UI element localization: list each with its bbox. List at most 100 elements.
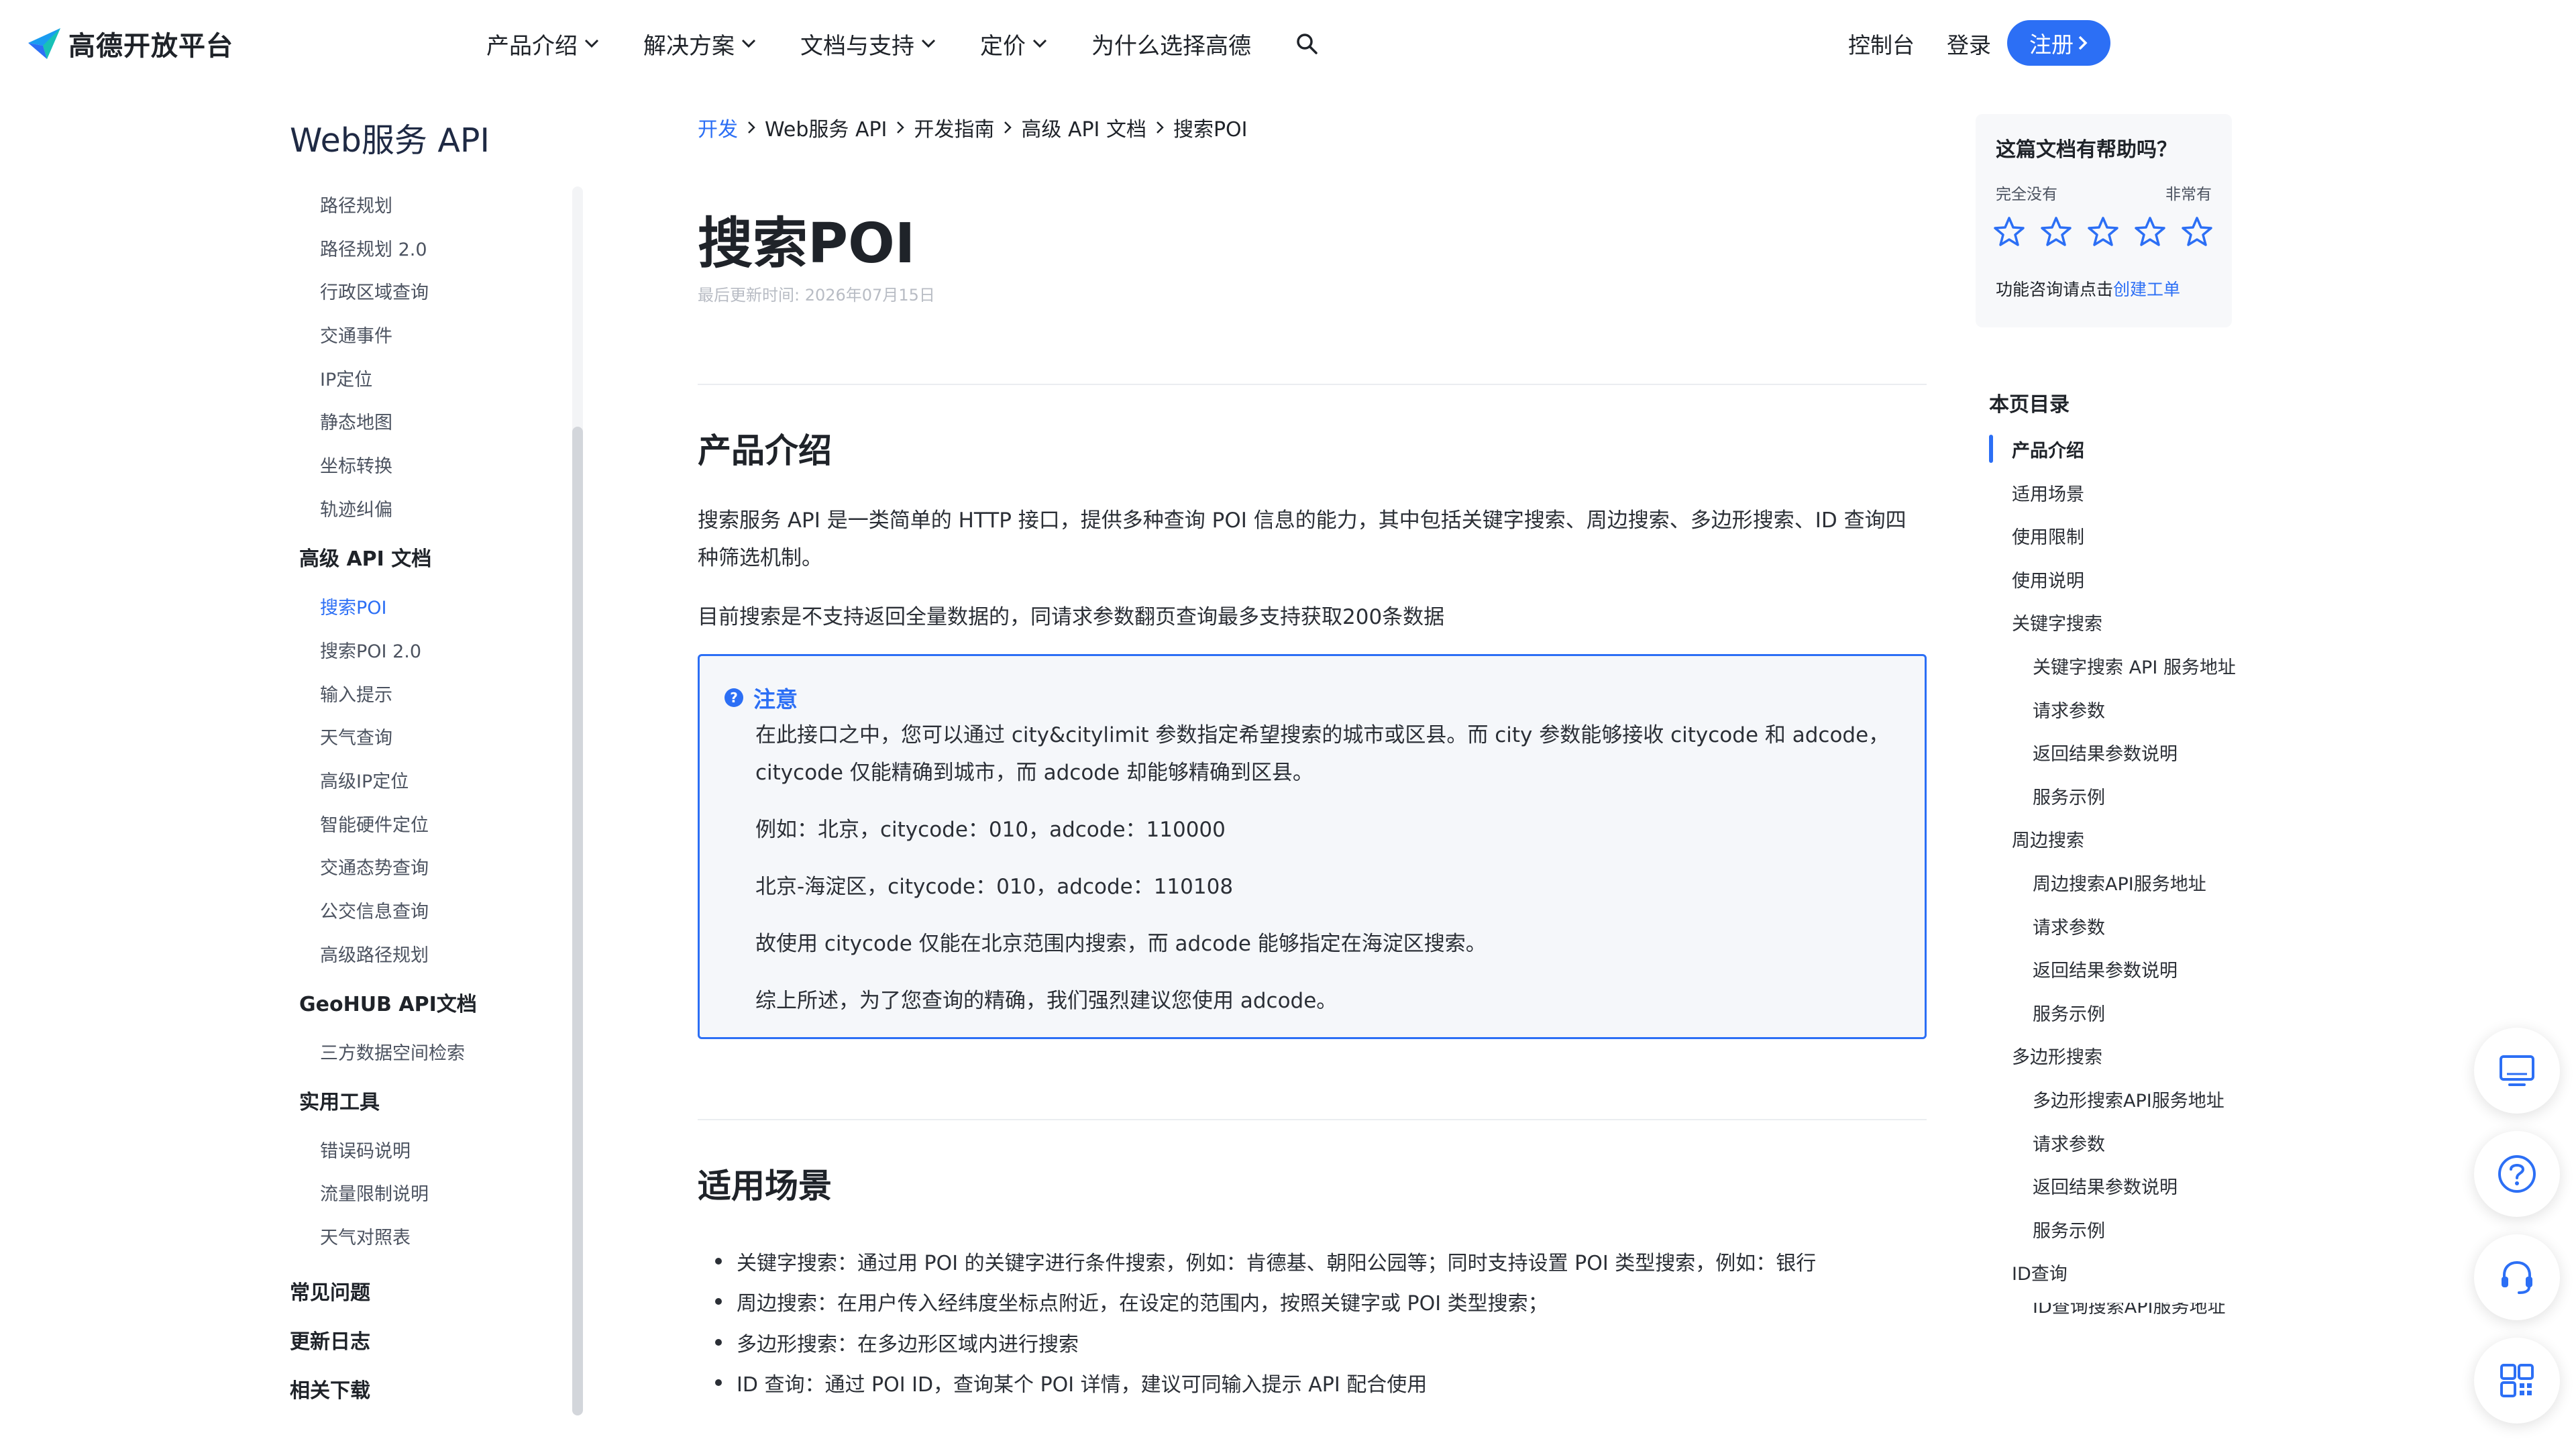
nav-label: 定价 (980, 32, 1026, 60)
notice-text: 北京-海淀区，citycode：010，adcode：110108 (755, 875, 1234, 899)
sidebar-item-coord-convert[interactable]: 坐标转换 (320, 451, 392, 478)
list-item-text: ID 查询：通过 POI ID，查询某个 POI 详情，建议可同输入提示 API… (737, 1373, 1428, 1397)
toc-item[interactable]: 周边搜索API服务地址 (2033, 869, 2206, 896)
create-ticket-link[interactable]: 创建工单 (2113, 280, 2180, 299)
star-icon[interactable] (2134, 216, 2166, 250)
sidebar-item-track-correction[interactable]: 轨迹纠偏 (320, 495, 392, 521)
sidebar-item-weather-table[interactable]: 天气对照表 (320, 1223, 411, 1249)
toc-item[interactable]: 请求参数 (2033, 696, 2105, 722)
qrcode-button[interactable] (2474, 1338, 2560, 1424)
toc-item[interactable]: 产品介绍 (2012, 436, 2084, 462)
monitor-icon (2500, 1055, 2534, 1086)
toc-item[interactable]: 返回结果参数说明 (2033, 956, 2178, 982)
star-icon[interactable] (2040, 216, 2072, 250)
nav-item-solutions[interactable]: 解决方案 (643, 28, 756, 60)
toc-item[interactable]: 服务示例 (2033, 1000, 2105, 1026)
list-item-text: 周边搜索：在用户传入经纬度坐标点附近，在设定的范围内，按照关键字或 POI 类型… (737, 1292, 1548, 1316)
search-icon[interactable] (1295, 32, 1318, 55)
notice-text: 例如：北京，citycode：010，adcode：110000 (755, 818, 1226, 842)
breadcrumb-item[interactable]: 开发 (698, 113, 738, 142)
nav-item-products[interactable]: 产品介绍 (486, 28, 599, 60)
nav-item-pricing[interactable]: 定价 (980, 28, 1047, 60)
help-button[interactable] (2474, 1131, 2560, 1217)
toc-item[interactable]: ID查询 (2012, 1259, 2068, 1285)
toc-item[interactable]: 服务示例 (2033, 783, 2105, 809)
nav-label: 解决方案 (643, 32, 735, 60)
sidebar-item-search-poi-2[interactable]: 搜索POI 2.0 (320, 637, 421, 663)
sidebar-item-traffic-events[interactable]: 交通事件 (320, 321, 392, 347)
toc-item[interactable]: 关键字搜索 (2012, 609, 2102, 635)
sidebar-item-weather[interactable]: 天气查询 (320, 723, 392, 749)
sidebar-item-traffic-status[interactable]: 交通态势查询 (320, 853, 429, 879)
sidebar-item-route-planning[interactable]: 路径规划 (320, 191, 392, 217)
sidebar-item-error-codes[interactable]: 错误码说明 (320, 1136, 411, 1163)
sidebar-item-rate-limit[interactable]: 流量限制说明 (320, 1179, 429, 1205)
sidebar-item-faq[interactable]: 常见问题 (290, 1276, 370, 1305)
feedback-contact: 功能咨询请点击创建工单 (1996, 276, 2180, 301)
toc-item[interactable]: 关键字搜索 API 服务地址 (2033, 653, 2236, 679)
chevron-down-icon (921, 39, 936, 48)
nav-label: 为什么选择高德 (1091, 32, 1251, 60)
feedback-high-label: 非常有 (2165, 186, 2212, 203)
toc-item[interactable]: 多边形搜索 (2012, 1042, 2102, 1069)
star-icon[interactable] (2181, 216, 2213, 250)
toc-item[interactable]: 服务示例 (2033, 1216, 2105, 1242)
sidebar-item-district[interactable]: 行政区域查询 (320, 278, 429, 304)
section-title-intro: 产品介绍 (698, 431, 832, 470)
sidebar-item-route-planning-2[interactable]: 路径规划 2.0 (320, 235, 427, 261)
sidebar-item-ip-location[interactable]: IP定位 (320, 365, 372, 391)
list-item: 周边搜索：在用户传入经纬度坐标点附近，在设定的范围内，按照关键字或 POI 类型… (715, 1287, 1923, 1316)
nav-label: 文档与支持 (800, 32, 914, 60)
sidebar-item-static-map[interactable]: 静态地图 (320, 408, 392, 434)
page-title: 搜索POI (698, 212, 916, 276)
toc-item[interactable]: ID查询搜索API服务地址 (2033, 1303, 2225, 1315)
register-button[interactable]: 注册 (2007, 20, 2110, 66)
sidebar-group-tools[interactable]: 实用工具 (299, 1085, 380, 1115)
sidebar-group-geohub[interactable]: GeoHUB API文档 (299, 987, 477, 1017)
customer-service-button[interactable] (2474, 1234, 2560, 1320)
toc-item[interactable]: 返回结果参数说明 (2033, 1173, 2178, 1199)
last-updated: 最后更新时间: 2026年07月15日 (698, 286, 935, 305)
sidebar-scroll-thumb[interactable] (572, 427, 583, 1415)
feedback-question: 这篇文档有帮助吗？ (1996, 138, 2177, 162)
sidebar-item-transit-info[interactable]: 公交信息查询 (320, 897, 429, 923)
star-icon[interactable] (2087, 216, 2119, 250)
top-header: 高德开放平台 产品介绍 解决方案 文档与支持 定价 为什么选择高德 控制台 登录… (0, 0, 2576, 87)
toc-item[interactable]: 多边形搜索API服务地址 (2033, 1086, 2224, 1112)
toc-item[interactable]: 使用说明 (2012, 566, 2084, 592)
chevron-right-icon (2078, 36, 2088, 50)
monitor-button[interactable] (2474, 1028, 2560, 1114)
toc-item[interactable]: 使用限制 (2012, 523, 2084, 549)
toc-item[interactable]: 请求参数 (2033, 913, 2105, 939)
login-link[interactable]: 登录 (1947, 24, 1991, 63)
list-item: 关键字搜索：通过用 POI 的关键字进行条件搜索，例如：肯德基、朝阳公园等；同时… (715, 1246, 1923, 1276)
notice-text: 在此接口之中，您可以通过 city&citylimit 参数指定希望搜索的城市或… (755, 723, 1890, 785)
toc-item[interactable]: 周边搜索 (2012, 826, 2084, 852)
sidebar-item-input-tips[interactable]: 输入提示 (320, 680, 392, 706)
chevron-right-icon (896, 121, 905, 134)
main-nav: 产品介绍 解决方案 文档与支持 定价 为什么选择高德 (486, 24, 1318, 63)
nav-item-docs[interactable]: 文档与支持 (800, 28, 936, 60)
sidebar-item-third-party-search[interactable]: 三方数据空间检索 (320, 1038, 465, 1065)
breadcrumb-item[interactable]: Web服务 API (765, 113, 887, 142)
amap-logo-icon (27, 27, 62, 60)
toc-item[interactable]: 适用场景 (2012, 480, 2084, 506)
sidebar-item-search-poi[interactable]: 搜索POI (320, 593, 387, 619)
sidebar-item-downloads[interactable]: 相关下载 (290, 1374, 370, 1403)
logo[interactable]: 高德开放平台 (27, 25, 233, 62)
breadcrumb-item[interactable]: 高级 API 文档 (1021, 113, 1146, 142)
nav-item-why-amap[interactable]: 为什么选择高德 (1091, 28, 1251, 60)
help-icon (2498, 1155, 2536, 1193)
star-icon[interactable] (1993, 216, 2025, 250)
sidebar-item-changelog[interactable]: 更新日志 (290, 1325, 370, 1354)
sidebar-item-advanced-ip[interactable]: 高级IP定位 (320, 767, 409, 793)
sidebar-item-advanced-route[interactable]: 高级路径规划 (320, 941, 429, 967)
sidebar-group-advanced-api[interactable]: 高级 API 文档 (299, 542, 431, 572)
bullet-dot (715, 1298, 722, 1305)
console-link[interactable]: 控制台 (1848, 24, 1915, 63)
chevron-right-icon (1156, 121, 1164, 134)
toc-item[interactable]: 返回结果参数说明 (2033, 739, 2178, 765)
breadcrumb-item[interactable]: 开发指南 (914, 113, 994, 142)
toc-item[interactable]: 请求参数 (2033, 1130, 2105, 1156)
sidebar-item-hardware-location[interactable]: 智能硬件定位 (320, 810, 429, 837)
